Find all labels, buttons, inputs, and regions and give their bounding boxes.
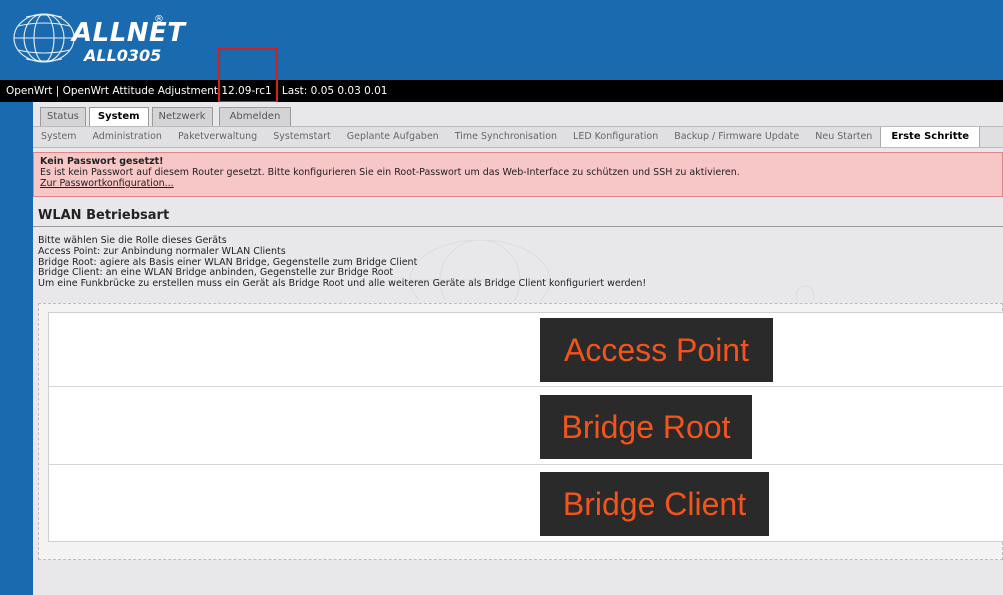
- subtab-systemstart[interactable]: Systemstart: [265, 127, 339, 147]
- alert-message: Es ist kein Passwort auf diesem Router g…: [40, 167, 740, 178]
- header-banner: ALLNET ® ALL0305: [0, 0, 1003, 80]
- subtab-system[interactable]: System: [33, 127, 84, 147]
- subtab-time-synchronisation[interactable]: Time Synchronisation: [447, 127, 565, 147]
- logo-brand-text: ALLNET: [72, 18, 186, 48]
- sub-tab-bar: System Administration Paketverwaltung Sy…: [33, 126, 1003, 148]
- row-separator: [49, 386, 1003, 387]
- row-separator: [49, 464, 1003, 465]
- alert-title: Kein Passwort gesetzt!: [40, 156, 164, 167]
- password-warning-alert: Kein Passwort gesetzt! Es ist kein Passw…: [33, 152, 1003, 197]
- subtab-backup-firmware[interactable]: Backup / Firmware Update: [666, 127, 807, 147]
- subtab-neu-starten[interactable]: Neu Starten: [807, 127, 880, 147]
- access-point-button[interactable]: Access Point: [540, 318, 773, 382]
- tab-status[interactable]: Status: [40, 107, 86, 126]
- subtab-administration[interactable]: Administration: [84, 127, 170, 147]
- subtab-geplante-aufgaben[interactable]: Geplante Aufgaben: [339, 127, 447, 147]
- subtab-led-konfiguration[interactable]: LED Konfiguration: [565, 127, 666, 147]
- tab-system[interactable]: System: [88, 107, 149, 126]
- mode-selection-table: [48, 312, 1003, 542]
- highlight-annotation-box: [218, 48, 278, 103]
- allnet-logo: ALLNET ® ALL0305: [12, 8, 185, 72]
- desc-line: Um eine Funkbrücke zu erstellen muss ein…: [38, 278, 647, 290]
- subtab-paketverwaltung[interactable]: Paketverwaltung: [170, 127, 265, 147]
- registered-mark: ®: [154, 14, 164, 25]
- main-tab-bar: Status System Netzwerk Abmelden: [40, 107, 292, 126]
- mode-description: Bitte wählen Sie die Rolle dieses Geräts…: [38, 235, 978, 290]
- password-config-link[interactable]: Zur Passwortkonfiguration...: [40, 178, 1002, 189]
- tab-abmelden[interactable]: Abmelden: [218, 107, 292, 126]
- section-divider: [33, 226, 1003, 227]
- tab-netzwerk[interactable]: Netzwerk: [151, 107, 213, 126]
- status-bar: OpenWrt | OpenWrt Attitude Adjustment 12…: [0, 80, 1003, 102]
- logo-model-text: ALL0305: [84, 46, 162, 65]
- left-border-strip: [0, 102, 33, 595]
- bridge-client-button[interactable]: Bridge Client: [540, 472, 769, 536]
- status-text: OpenWrt | OpenWrt Attitude Adjustment 12…: [6, 85, 388, 97]
- subtab-erste-schritte[interactable]: Erste Schritte: [880, 127, 981, 147]
- bridge-root-button[interactable]: Bridge Root: [540, 395, 752, 459]
- desc-line: Access Point: zur Anbindung normaler WLA…: [38, 245, 286, 257]
- section-title: WLAN Betriebsart: [38, 208, 170, 223]
